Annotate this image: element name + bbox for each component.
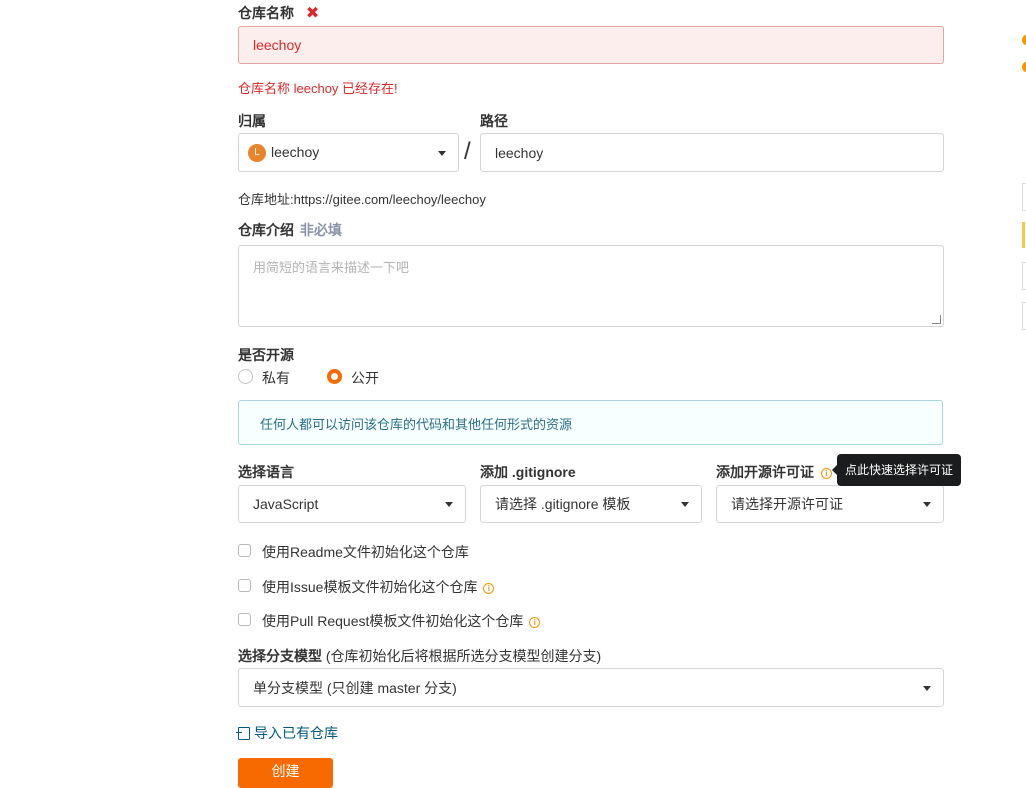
issue-checkbox[interactable] [238,579,251,592]
chevron-down-icon [681,502,689,507]
x-mark-icon: ✖ [305,5,320,22]
import-repo-link[interactable]: 导入已有仓库 [236,723,338,743]
create-button[interactable]: 创建 [238,758,333,788]
branch-model-label: 选择分支模型 (仓库初始化后将根据所选分支模型创建分支) [238,648,602,664]
sidebar-fragment [1020,0,1026,777]
path-label: 路径 [480,113,508,129]
info-icon[interactable]: i [529,616,541,628]
info-icon[interactable]: i [820,467,832,479]
avatar: L [248,144,266,162]
owner-label: 归属 [238,113,266,129]
language-label: 选择语言 [238,464,294,480]
pull-request-checkbox[interactable] [238,613,251,626]
issue-label: 使用Issue模板文件初始化这个仓库 i [262,577,495,597]
repo-name-input[interactable]: leechoy [238,26,944,64]
sidebar-bullet [1022,35,1026,45]
chevron-down-icon [438,150,446,156]
repo-name-error: 仓库名称 leechoy 已经存在! [238,81,398,96]
tooltip-arrow [832,465,837,475]
description-textarea[interactable]: 用简短的语言来描述一下吧 [238,245,944,327]
repo-address-url: https://gitee.com/leechoy/leechoy [293,192,486,207]
sidebar-box [1022,183,1026,211]
license-select[interactable]: 请选择开源许可证 [716,485,944,523]
path-separator: / [464,138,471,165]
chevron-down-icon [445,502,453,507]
readme-label: 使用Readme文件初始化这个仓库 [262,544,469,560]
chevron-down-icon [923,685,931,691]
visibility-info-message: 任何人都可以访问该仓库的代码和其他任何形式的资源 [238,400,943,445]
gitignore-select[interactable]: 请选择 .gitignore 模板 [480,485,702,523]
language-select[interactable]: JavaScript [238,485,466,523]
sidebar-box [1022,302,1026,330]
chevron-down-icon [923,502,931,507]
license-tooltip: 点此快速选择许可证 [832,454,962,486]
visibility-label: 是否开源 [238,347,294,363]
license-label: 添加开源许可证 i [716,462,832,482]
import-icon [236,727,250,740]
resize-handle[interactable] [932,315,941,324]
info-icon[interactable]: i [483,582,495,594]
path-input[interactable]: leechoy [480,133,944,172]
public-label: 公开 [351,370,379,386]
repo-address: 仓库地址:https://gitee.com/leechoy/leechoy [238,192,486,207]
branch-model-select[interactable]: 单分支模型 (只创建 master 分支) [238,668,944,707]
gitignore-label: 添加 .gitignore [480,464,576,480]
private-label: 私有 [262,370,290,386]
pull-request-label: 使用Pull Request模板文件初始化这个仓库 i [262,611,541,631]
sidebar-box [1022,262,1026,290]
private-radio[interactable] [238,369,253,384]
public-radio[interactable] [327,369,342,384]
sidebar-bullet [1022,62,1026,72]
sidebar-box [1022,222,1026,248]
owner-select[interactable]: L leechoy [238,133,459,172]
description-label: 仓库介绍 非必填 [238,222,342,238]
readme-checkbox[interactable] [238,544,251,557]
owner-value: leechoy [271,144,320,160]
repo-name-label: 仓库名称 ✖ [238,5,320,22]
